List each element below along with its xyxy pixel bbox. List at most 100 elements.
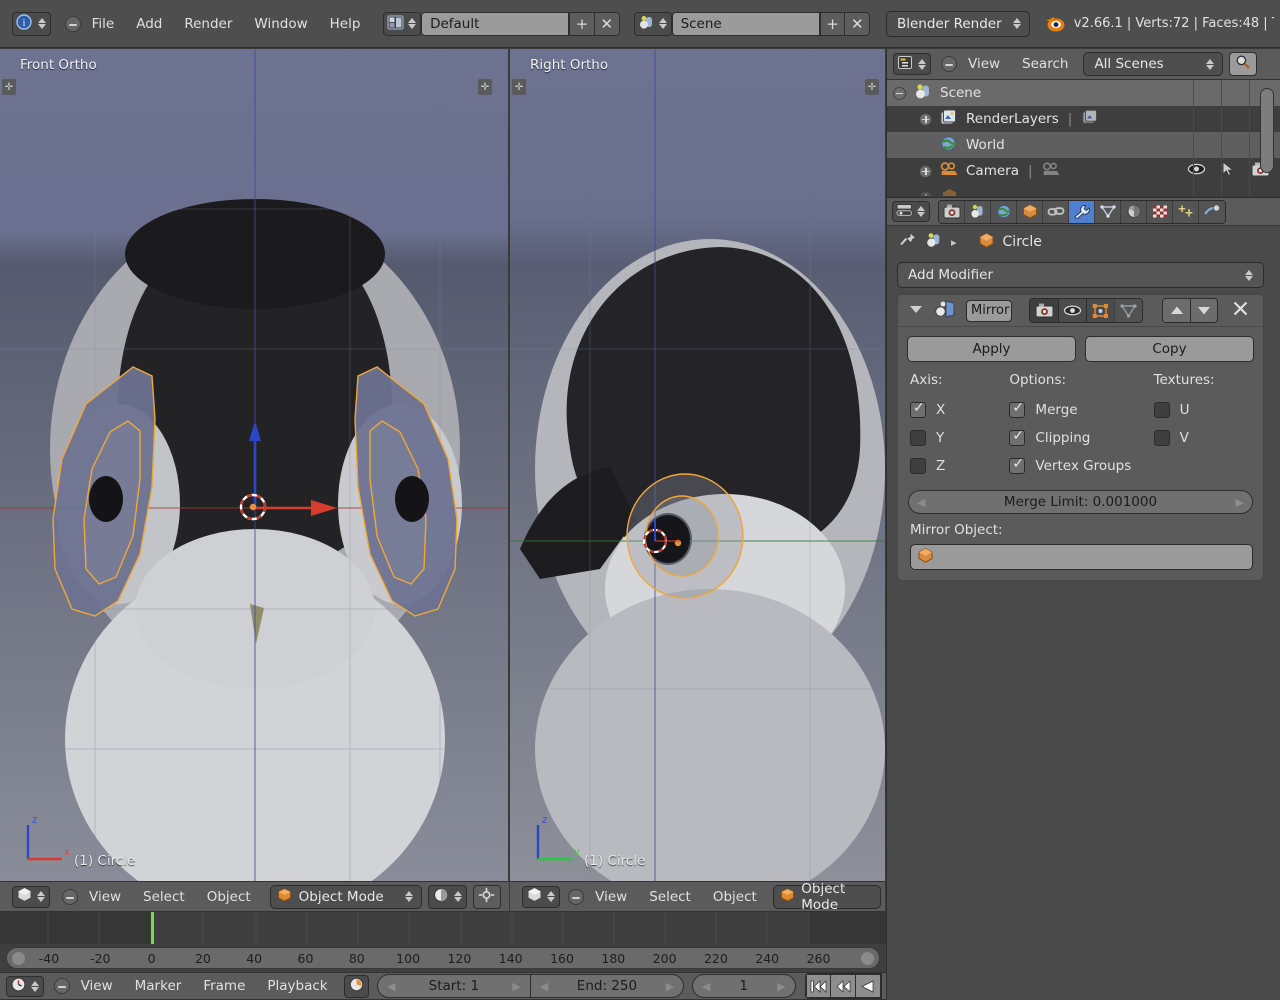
- collapse-menu-icon[interactable]: [53, 978, 70, 994]
- constraints-tab[interactable]: [1043, 200, 1069, 223]
- viewport-right-ortho[interactable]: Right Ortho ✛ ✛ z y (1) Circle: [510, 49, 885, 881]
- menu-object[interactable]: Object: [702, 882, 768, 911]
- data-tab[interactable]: [1095, 200, 1121, 223]
- view3d-editor-type-selector-right[interactable]: [522, 885, 560, 908]
- view3d-editor-type-selector-left[interactable]: [12, 885, 50, 908]
- delete-screen-button[interactable]: ✕: [594, 11, 620, 36]
- expander-minus-icon[interactable]: [893, 86, 906, 100]
- auto-keyframe-button[interactable]: [344, 974, 370, 998]
- collapse-menu-icon[interactable]: [64, 15, 81, 32]
- properties-region-toggle-right[interactable]: ✛: [865, 79, 879, 95]
- collapse-menu-icon[interactable]: [62, 888, 78, 905]
- menu-file[interactable]: File: [81, 9, 126, 39]
- apply-button[interactable]: Apply: [907, 336, 1076, 362]
- screen-layout-spinner[interactable]: [406, 18, 418, 29]
- viewport-shading-selector-left[interactable]: [427, 884, 467, 909]
- axis-x-checkbox[interactable]: [910, 400, 926, 418]
- texture-v-row[interactable]: V: [1153, 424, 1253, 452]
- realtime-toggle[interactable]: [1057, 299, 1086, 322]
- world-tab[interactable]: [991, 200, 1017, 223]
- modifiers-tab[interactable]: [1069, 200, 1095, 223]
- scene-spinner[interactable]: [657, 18, 669, 29]
- move-down-button[interactable]: [1189, 299, 1217, 322]
- option-vertexgroups-row[interactable]: Vertex Groups: [1009, 452, 1153, 480]
- rewind-button[interactable]: [831, 974, 857, 998]
- shading-spinner[interactable]: [452, 891, 464, 902]
- screen-layout-name-field[interactable]: Default: [421, 11, 570, 36]
- increment-arrow-icon[interactable]: ▶: [777, 980, 785, 993]
- add-scene-button[interactable]: +: [819, 11, 846, 36]
- object-tab[interactable]: [1017, 200, 1043, 223]
- menu-frame[interactable]: Frame: [192, 973, 256, 999]
- decrement-arrow-icon[interactable]: ◀: [540, 980, 548, 993]
- expander-plus-icon[interactable]: [919, 112, 932, 126]
- option-clipping-row[interactable]: Clipping: [1009, 424, 1153, 452]
- outliner-scrollbar[interactable]: [1260, 88, 1274, 173]
- mirror-object-field[interactable]: [910, 544, 1253, 570]
- properties-region-toggle-left[interactable]: ✛: [478, 79, 492, 95]
- move-up-button[interactable]: [1163, 299, 1190, 322]
- axis-z-checkbox[interactable]: [910, 458, 926, 474]
- viewport-front-ortho[interactable]: Front Ortho ✛ ✛ z x (1) Circle: [0, 49, 508, 881]
- current-frame-field[interactable]: ◀ 1 ▶: [691, 974, 796, 998]
- menu-help[interactable]: Help: [319, 9, 372, 39]
- scene-name-field[interactable]: Scene: [671, 11, 820, 36]
- editor-type-spinner[interactable]: [545, 891, 557, 902]
- menu-view[interactable]: View: [584, 882, 638, 911]
- copy-button[interactable]: Copy: [1085, 336, 1254, 362]
- decrement-arrow-icon[interactable]: ◀: [917, 496, 925, 509]
- collapse-menu-icon[interactable]: [568, 888, 585, 905]
- timeline-editor-type-selector[interactable]: [6, 975, 44, 997]
- increment-arrow-icon[interactable]: ▶: [512, 980, 520, 993]
- material-tab[interactable]: [1121, 200, 1147, 223]
- renderlayers-data-icon[interactable]: [1081, 109, 1100, 130]
- axis-x-row[interactable]: X: [910, 396, 1009, 424]
- menu-window[interactable]: Window: [243, 9, 318, 39]
- x-icon[interactable]: [1232, 300, 1255, 321]
- triangle-down-icon[interactable]: [906, 303, 926, 318]
- outliner-editor-spinner[interactable]: [916, 58, 928, 70]
- texture-v-checkbox[interactable]: [1153, 430, 1170, 446]
- scene-data-icon[interactable]: [925, 232, 944, 253]
- increment-arrow-icon[interactable]: ▶: [666, 980, 674, 993]
- menu-select[interactable]: Select: [132, 882, 196, 912]
- delete-scene-button[interactable]: ✕: [845, 11, 871, 36]
- timeline-horizontal-scrollbar[interactable]: -40 -20 0 20 40 60 80 100 120 140 160 180 200 220 240 2…: [6, 947, 880, 969]
- menu-marker[interactable]: Marker: [124, 973, 193, 999]
- outliner-tree[interactable]: Scene RenderLayers | World Camera |: [887, 80, 1280, 196]
- outliner-editor-type-selector[interactable]: [893, 53, 931, 75]
- jump-to-start-button[interactable]: [806, 974, 832, 998]
- oncage-toggle[interactable]: [1113, 299, 1142, 322]
- modifier-name-field[interactable]: Mirror: [966, 299, 1012, 322]
- texture-u-checkbox[interactable]: [1153, 402, 1170, 418]
- texture-tab[interactable]: [1147, 200, 1173, 223]
- menu-view[interactable]: View: [957, 49, 1011, 79]
- screen-layout-selector[interactable]: [383, 11, 422, 36]
- snap-pivot-button-left[interactable]: [472, 884, 501, 909]
- menu-playback[interactable]: Playback: [256, 973, 338, 999]
- render-engine-selector[interactable]: Blender Render: [885, 10, 1031, 37]
- toolshelf-toggle-right[interactable]: ✛: [512, 79, 526, 95]
- decrement-arrow-icon[interactable]: ◀: [702, 980, 710, 993]
- properties-editor-spinner[interactable]: [915, 206, 927, 217]
- menu-add[interactable]: Add: [125, 9, 173, 39]
- editor-type-spinner[interactable]: [35, 891, 47, 902]
- option-merge-row[interactable]: Merge: [1009, 396, 1153, 424]
- menu-object[interactable]: Object: [196, 882, 262, 912]
- toolshelf-toggle-left[interactable]: ✛: [2, 79, 16, 95]
- interaction-mode-selector-left[interactable]: Object Mode: [269, 884, 422, 909]
- camera-data-icon[interactable]: [1042, 161, 1061, 182]
- interaction-mode-selector-right[interactable]: Object Mode: [773, 882, 882, 911]
- search-button[interactable]: [1229, 52, 1258, 76]
- particles-tab[interactable]: [1173, 200, 1199, 223]
- editmode-toggle[interactable]: [1085, 299, 1114, 322]
- scene-selector[interactable]: [633, 11, 672, 36]
- vertex-groups-checkbox[interactable]: [1009, 456, 1026, 474]
- object-cube-icon[interactable]: [977, 232, 996, 253]
- display-mode-selector[interactable]: All Scenes: [1083, 52, 1224, 76]
- merge-limit-slider[interactable]: ◀ Merge Limit: 0.001000 ▶: [908, 490, 1253, 514]
- render-toggle[interactable]: [1030, 299, 1058, 322]
- axis-y-checkbox[interactable]: [910, 430, 926, 446]
- clipping-checkbox[interactable]: [1009, 428, 1026, 446]
- menu-view[interactable]: View: [78, 882, 132, 912]
